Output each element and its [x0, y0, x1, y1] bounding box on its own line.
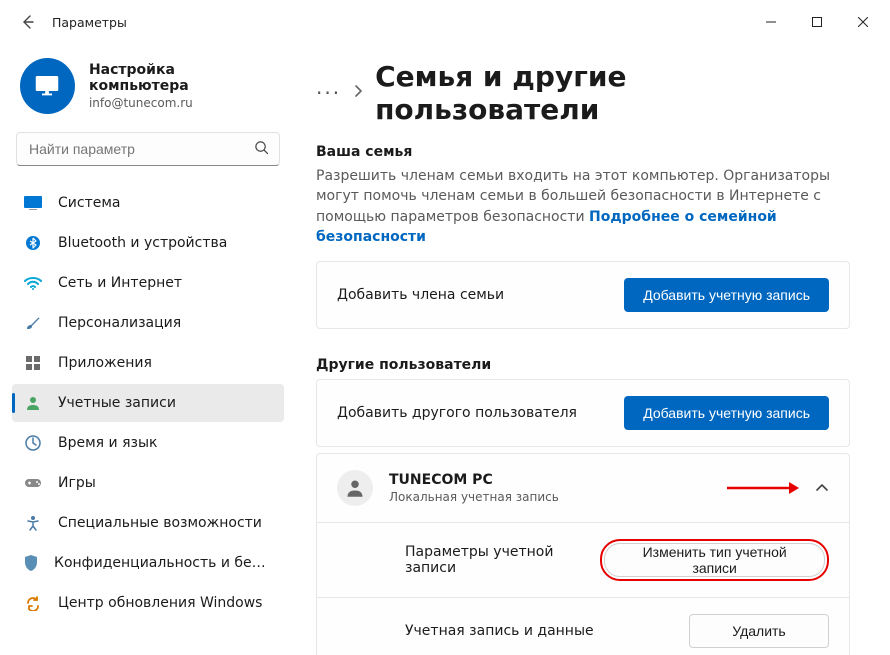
maximize-button[interactable] — [794, 6, 840, 38]
profile-block[interactable]: Настройка компьютера info@tunecom.ru — [12, 44, 284, 132]
nav-item-system[interactable]: Система — [12, 184, 284, 222]
delete-account-button[interactable]: Удалить — [689, 614, 829, 648]
breadcrumb-row: ··· Семья и другие пользователи — [316, 60, 850, 126]
annotation-highlight: Изменить тип учетной записи — [600, 539, 829, 581]
brush-icon — [24, 314, 42, 332]
nav-label: Приложения — [58, 355, 152, 371]
user-avatar — [337, 470, 373, 506]
nav-list: Система Bluetooth и устройства Сеть и Ин… — [12, 184, 284, 622]
nav-label: Время и язык — [58, 435, 157, 451]
nav-label: Персонализация — [58, 315, 181, 331]
sidebar: Настройка компьютера info@tunecom.ru Сис… — [0, 44, 296, 655]
other-user-sub: Локальная учетная запись — [389, 490, 559, 504]
nav-label: Система — [58, 195, 120, 211]
title-bar: Параметры — [0, 0, 890, 44]
nav-label: Игры — [58, 475, 96, 491]
person-icon — [345, 478, 365, 498]
nav-label: Центр обновления Windows — [58, 595, 262, 611]
add-other-user-label: Добавить другого пользователя — [337, 405, 577, 421]
clock-globe-icon — [24, 434, 42, 452]
apps-icon — [24, 354, 42, 372]
page-title: Семья и другие пользователи — [375, 60, 850, 126]
system-icon — [24, 194, 42, 212]
add-family-member-label: Добавить члена семьи — [337, 287, 504, 303]
nav-item-accounts[interactable]: Учетные записи — [12, 384, 284, 422]
nav-item-personalization[interactable]: Персонализация — [12, 304, 284, 342]
account-params-label: Параметры учетной записи — [405, 544, 600, 576]
accounts-icon — [24, 394, 42, 412]
app-title: Параметры — [52, 15, 127, 30]
nav-item-time[interactable]: Время и язык — [12, 424, 284, 462]
profile-avatar — [20, 58, 75, 114]
annotation-arrow — [727, 481, 801, 495]
nav-label: Конфиденциальность и безопасность — [54, 555, 272, 571]
close-icon — [858, 17, 868, 27]
chevron-up-icon[interactable] — [815, 483, 829, 493]
back-button[interactable] — [8, 2, 48, 42]
profile-name: Настройка компьютера — [89, 62, 276, 94]
search-input[interactable] — [27, 140, 254, 158]
maximize-icon — [812, 17, 822, 27]
update-icon — [24, 594, 42, 612]
account-params-row: Параметры учетной записи Изменить тип уч… — [317, 522, 849, 597]
add-family-account-button[interactable]: Добавить учетную запись — [624, 278, 829, 312]
nav-item-update[interactable]: Центр обновления Windows — [12, 584, 284, 622]
family-heading: Ваша семья — [316, 144, 850, 160]
other-user-card: TUNECOM PC Локальная учетная запись Пара… — [316, 453, 850, 655]
nav-item-bluetooth[interactable]: Bluetooth и устройства — [12, 224, 284, 262]
others-heading: Другие пользователи — [316, 357, 850, 373]
account-data-label: Учетная запись и данные — [405, 623, 594, 639]
other-user-name: TUNECOM PC — [389, 472, 559, 488]
nav-label: Bluetooth и устройства — [58, 235, 227, 251]
arrow-left-icon — [20, 14, 36, 30]
accessibility-icon — [24, 514, 42, 532]
nav-item-network[interactable]: Сеть и Интернет — [12, 264, 284, 302]
nav-item-accessibility[interactable]: Специальные возможности — [12, 504, 284, 542]
other-user-header-row[interactable]: TUNECOM PC Локальная учетная запись — [317, 454, 849, 522]
change-account-type-button[interactable]: Изменить тип учетной записи — [604, 543, 825, 577]
close-button[interactable] — [840, 6, 886, 38]
add-other-user-row: Добавить другого пользователя Добавить у… — [317, 380, 849, 446]
family-description: Разрешить членам семьи входить на этот к… — [316, 166, 850, 247]
add-family-member-row: Добавить члена семьи Добавить учетную за… — [317, 262, 849, 328]
family-card: Добавить члена семьи Добавить учетную за… — [316, 261, 850, 329]
nav-label: Специальные возможности — [58, 515, 262, 531]
search-icon — [254, 140, 269, 159]
shield-icon — [24, 554, 38, 572]
nav-item-apps[interactable]: Приложения — [12, 344, 284, 382]
nav-item-gaming[interactable]: Игры — [12, 464, 284, 502]
nav-label: Учетные записи — [58, 395, 176, 411]
breadcrumb-overflow[interactable]: ··· — [316, 81, 341, 105]
add-other-account-button[interactable]: Добавить учетную запись — [624, 396, 829, 430]
computer-icon — [32, 71, 62, 101]
content-pane: ··· Семья и другие пользователи Ваша сем… — [296, 44, 890, 655]
nav-item-privacy[interactable]: Конфиденциальность и безопасность — [12, 544, 284, 582]
minimize-button[interactable] — [748, 6, 794, 38]
search-box[interactable] — [16, 132, 280, 166]
wifi-icon — [24, 274, 42, 292]
nav-label: Сеть и Интернет — [58, 275, 182, 291]
minimize-icon — [766, 17, 776, 27]
chevron-right-icon — [353, 84, 363, 102]
add-other-user-card: Добавить другого пользователя Добавить у… — [316, 379, 850, 447]
bluetooth-icon — [24, 234, 42, 252]
profile-email: info@tunecom.ru — [89, 96, 276, 110]
account-data-row: Учетная запись и данные Удалить — [317, 597, 849, 655]
gaming-icon — [24, 474, 42, 492]
